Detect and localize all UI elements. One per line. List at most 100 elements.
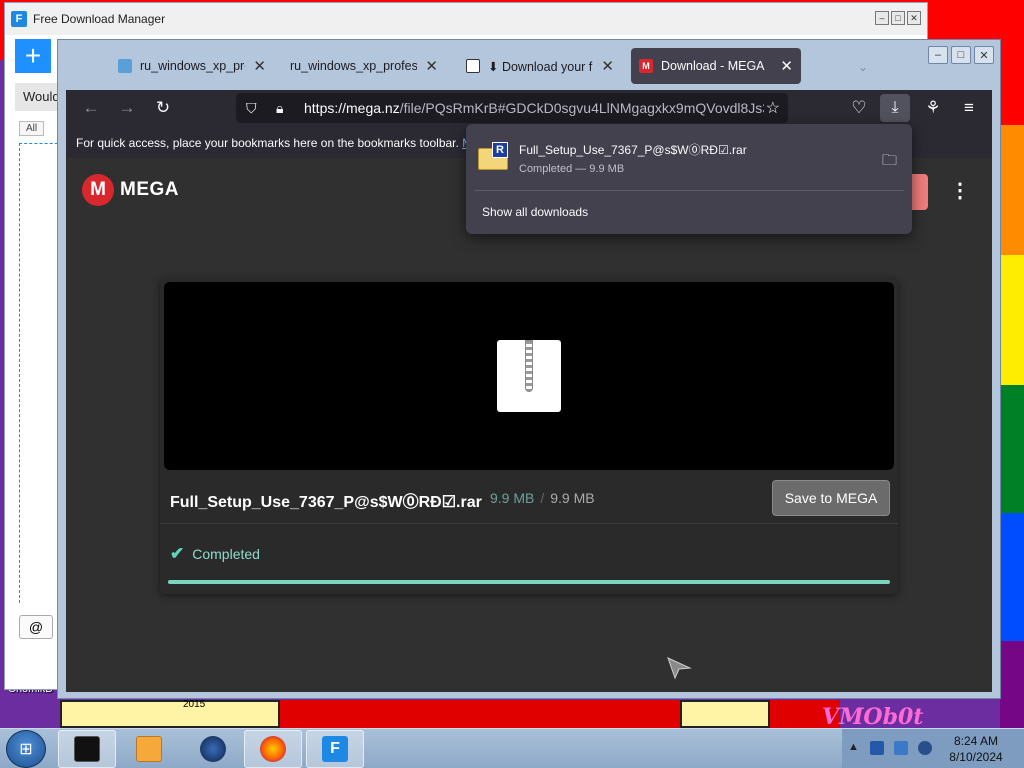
- tab-strip: ru_windows_xp_profe ✕ ru_windows_xp_prof…: [58, 40, 1000, 90]
- reload-icon[interactable]: ↻: [150, 96, 176, 120]
- rainbow-stripe-violet: [1000, 641, 1024, 728]
- fdm-add-download-button[interactable]: +: [15, 39, 51, 73]
- download-item-name: Full_Setup_Use_7367_P@s$W⓪RĐ☑.rar: [519, 143, 747, 157]
- url-path: /file/PQsRmKrB#GDCkD0sgvu4LlNMgagxkx9mQV…: [399, 100, 764, 116]
- wallpaper-face-left: [60, 700, 280, 728]
- close-button[interactable]: ✕: [907, 11, 921, 25]
- taskbar-item-fdm[interactable]: F: [306, 730, 364, 768]
- start-button[interactable]: ⊞: [6, 730, 46, 768]
- file-preview: [164, 282, 894, 470]
- tracking-shield-icon[interactable]: ⛉: [246, 100, 266, 117]
- url-host: https://mega.nz: [304, 100, 400, 116]
- taskbar-item-browser-globe[interactable]: [184, 730, 242, 768]
- download-status: ✔ Completed: [170, 544, 260, 564]
- volume-tray-icon[interactable]: [918, 741, 932, 755]
- globe-icon: [200, 736, 226, 762]
- pocket-icon[interactable]: ♡: [846, 96, 872, 120]
- maximize-button[interactable]: □: [891, 11, 905, 25]
- tab-close-icon[interactable]: ✕: [780, 57, 793, 75]
- rar-file-icon: R: [478, 142, 510, 172]
- download-arrow-icon: ⤓: [891, 99, 899, 116]
- download-item-status: Completed — 9.9 MB: [519, 163, 625, 175]
- url-bar[interactable]: ⛉ 🔒︎ https://mega.nz/file/PQsRmKrB#GDCkD…: [236, 93, 788, 123]
- page-favicon-icon: [466, 59, 480, 73]
- tab-close-icon[interactable]: ✕: [425, 57, 438, 75]
- open-folder-icon[interactable]: 🗀: [882, 150, 897, 175]
- status-text: Completed: [192, 546, 260, 562]
- mega-logo[interactable]: M MEGA: [82, 174, 179, 206]
- close-button[interactable]: ✕: [974, 46, 994, 64]
- divider: [474, 190, 904, 191]
- rainbow-stripe-red: [1000, 60, 1024, 125]
- rainbow-stripe-blue: [1000, 513, 1024, 641]
- system-tray: ▲ 8:24 AM 8/10/2024: [842, 729, 1024, 768]
- download-item[interactable]: R Full_Setup_Use_7367_P@s$W⓪RĐ☑.rar Comp…: [474, 132, 904, 186]
- file-card: Full_Setup_Use_7367_P@s$W⓪RĐ☑.rar 9.9 MB…: [160, 278, 898, 594]
- taskbar-item-firefox[interactable]: [244, 730, 302, 768]
- mega-logo-text: MEGA: [120, 179, 179, 200]
- menu-hamburger-icon[interactable]: ≡: [956, 96, 982, 120]
- mega-logo-icon: M: [82, 174, 114, 206]
- terminal-icon: [74, 736, 100, 762]
- maximize-button[interactable]: □: [951, 46, 971, 64]
- network-tray-icon[interactable]: [870, 741, 884, 755]
- tab-title: ⬇ Download your file: [488, 59, 594, 74]
- rainbow-stripe-green: [1000, 385, 1024, 513]
- kebab-menu-icon[interactable]: ⋮: [950, 178, 970, 203]
- file-name: Full_Setup_Use_7367_P@s$W⓪RĐ☑.rar: [170, 494, 482, 511]
- media-player-icon: [136, 736, 162, 762]
- bookmark-star-icon[interactable]: ☆: [766, 98, 780, 118]
- save-to-mega-button[interactable]: Save to MEGA: [772, 480, 890, 516]
- extensions-icon[interactable]: ⚘: [920, 96, 946, 120]
- url-text[interactable]: https://mega.nz/file/PQsRmKrB#GDCkD0sgvu…: [304, 100, 764, 116]
- checkmark-icon: ✔: [170, 544, 185, 563]
- back-arrow-icon[interactable]: ←: [78, 96, 104, 120]
- fdm-notification-bar: Would: [15, 83, 61, 111]
- list-all-tabs-icon[interactable]: ⌄: [858, 60, 868, 74]
- tab-title: ru_windows_xp_profe: [140, 59, 245, 73]
- file-info-row: Full_Setup_Use_7367_P@s$W⓪RĐ☑.rar 9.9 MB…: [160, 470, 898, 524]
- tab-download-your-file[interactable]: ⬇ Download your file ✕: [458, 48, 622, 84]
- tab-close-icon[interactable]: ✕: [601, 57, 614, 75]
- tab-ru-windows-xp-1[interactable]: ru_windows_xp_profe ✕: [110, 48, 274, 84]
- taskbar-item-media-player[interactable]: [120, 730, 178, 768]
- fdm-filter-all-tab[interactable]: All: [19, 121, 45, 136]
- windows-favicon-icon: [118, 59, 132, 73]
- firefox-icon: [260, 736, 286, 762]
- tab-download-mega[interactable]: M Download - MEGA ✕: [631, 48, 801, 84]
- taskbar-item-terminal[interactable]: [58, 730, 116, 768]
- tab-title: Download - MEGA: [661, 59, 765, 73]
- mouse-cursor-icon: [667, 657, 692, 680]
- rainbow-stripe-yellow: [1000, 255, 1024, 385]
- clock-date: 8/10/2024: [949, 750, 1003, 764]
- minimize-button[interactable]: –: [875, 11, 889, 25]
- archive-file-icon: [497, 340, 561, 412]
- firefox-window-controls: – □ ✕: [928, 46, 994, 64]
- forward-arrow-icon[interactable]: →: [114, 96, 140, 120]
- downloads-panel: R Full_Setup_Use_7367_P@s$W⓪RĐ☑.rar Comp…: [466, 124, 912, 234]
- tray-expand-icon[interactable]: ▲: [848, 741, 859, 753]
- tab-close-icon[interactable]: ✕: [253, 57, 266, 75]
- progress-bar: [168, 580, 890, 584]
- wallpaper-tag: VMOb0t: [822, 704, 924, 728]
- fdm-taskbar-icon: F: [322, 736, 348, 762]
- downloads-button[interactable]: ⤓: [880, 94, 910, 122]
- tab-title: ru_windows_xp_professio: [290, 59, 418, 73]
- fdm-title: Free Download Manager: [33, 12, 166, 26]
- tab-ru-windows-xp-2[interactable]: ru_windows_xp_professio ✕: [282, 48, 446, 84]
- bookmarks-hint: For quick access, place your bookmarks h…: [76, 136, 459, 150]
- navigation-toolbar: ← → ↻ ⛉ 🔒︎ https://mega.nz/file/PQsRmKrB…: [66, 90, 992, 126]
- download-size: 9.9 MB / 9.9 MB: [490, 490, 595, 506]
- system-clock[interactable]: 8:24 AM 8/10/2024: [938, 733, 1014, 765]
- fdm-logo-icon: F: [11, 11, 27, 27]
- clock-time: 8:24 AM: [953, 734, 999, 748]
- fdm-snail-mode-button[interactable]: @: [19, 615, 53, 639]
- lock-icon[interactable]: 🔒︎: [276, 100, 296, 117]
- show-all-downloads-link[interactable]: Show all downloads: [482, 205, 588, 219]
- display-tray-icon[interactable]: [894, 741, 908, 755]
- progress-fill: [168, 580, 890, 584]
- mega-page: M MEGA ⋮ Full_Setup_Use_7367_P@s$W⓪RĐ☑.r…: [66, 158, 992, 692]
- minimize-button[interactable]: –: [928, 46, 948, 64]
- mega-favicon-icon: M: [639, 59, 653, 73]
- downloaded-size: 9.9 MB: [490, 490, 535, 506]
